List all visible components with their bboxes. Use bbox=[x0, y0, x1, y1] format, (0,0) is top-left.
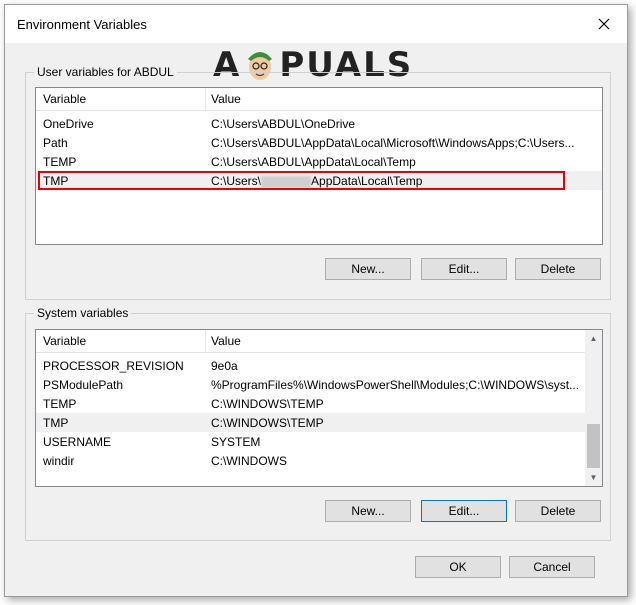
user-variables-list[interactable]: Variable Value OneDrive C:\Users\ABDUL\O… bbox=[35, 87, 603, 245]
column-header-value[interactable]: Value bbox=[211, 92, 241, 106]
system-edit-button[interactable]: Edit... bbox=[421, 500, 507, 522]
list-item[interactable]: Path C:\Users\ABDUL\AppData\Local\Micros… bbox=[36, 133, 602, 152]
cancel-button[interactable]: Cancel bbox=[509, 556, 595, 578]
list-item[interactable]: windir C:\WINDOWS bbox=[36, 451, 602, 470]
variable-name: TEMP bbox=[43, 397, 77, 411]
variable-value: C:\WINDOWS\TEMP bbox=[211, 416, 324, 430]
variable-name: PSModulePath bbox=[43, 378, 124, 392]
ok-button[interactable]: OK bbox=[415, 556, 501, 578]
system-delete-button[interactable]: Delete bbox=[515, 500, 601, 522]
list-item-selected[interactable]: TMP C:\WINDOWS\TEMP bbox=[36, 413, 585, 432]
title-bar: Environment Variables bbox=[5, 5, 627, 43]
scroll-up-arrow-icon[interactable]: ▲ bbox=[585, 330, 602, 347]
scroll-down-arrow-icon[interactable]: ▼ bbox=[585, 469, 602, 486]
variable-value: C:\Users\ABDUL\AppData\Local\Microsoft\W… bbox=[211, 136, 575, 150]
variable-name: Path bbox=[43, 136, 68, 150]
list-item[interactable]: TEMP C:\Users\ABDUL\AppData\Local\Temp bbox=[36, 152, 602, 171]
column-header-value[interactable]: Value bbox=[211, 334, 241, 348]
list-item[interactable]: USERNAME SYSTEM bbox=[36, 432, 602, 451]
list-item[interactable]: PSModulePath %ProgramFiles%\WindowsPower… bbox=[36, 375, 602, 394]
variable-value: C:\Users\ABDUL\OneDrive bbox=[211, 117, 356, 131]
system-new-button[interactable]: New... bbox=[325, 500, 411, 522]
system-variables-list[interactable]: Variable Value PROCESSOR_REVISION 9e0a P… bbox=[35, 329, 603, 487]
column-header-variable[interactable]: Variable bbox=[43, 334, 86, 348]
list-header: Variable Value bbox=[36, 88, 602, 111]
variable-name: TEMP bbox=[43, 155, 77, 169]
user-delete-button[interactable]: Delete bbox=[515, 258, 601, 280]
column-header-variable[interactable]: Variable bbox=[43, 92, 86, 106]
list-item[interactable]: PROCESSOR_REVISION 9e0a bbox=[36, 356, 602, 375]
variable-value: %ProgramFiles%\WindowsPowerShell\Modules… bbox=[211, 378, 580, 392]
list-item[interactable]: OneDrive C:\Users\ABDUL\OneDrive bbox=[36, 114, 602, 133]
user-new-button[interactable]: New... bbox=[325, 258, 411, 280]
user-edit-button[interactable]: Edit... bbox=[421, 258, 507, 280]
window-title: Environment Variables bbox=[17, 17, 147, 32]
variable-name: windir bbox=[43, 454, 75, 468]
variable-name: TMP bbox=[43, 416, 69, 430]
variable-value: SYSTEM bbox=[211, 435, 261, 449]
highlight-box bbox=[38, 171, 565, 190]
variable-value: C:\Users\ABDUL\AppData\Local\Temp bbox=[211, 155, 416, 169]
system-variables-label: System variables bbox=[34, 306, 132, 320]
variable-name: OneDrive bbox=[43, 117, 94, 131]
list-item[interactable]: TEMP C:\WINDOWS\TEMP bbox=[36, 394, 602, 413]
list-header: Variable Value bbox=[36, 330, 602, 353]
scrollbar-thumb[interactable] bbox=[587, 424, 600, 468]
variable-value: 9e0a bbox=[211, 359, 238, 373]
environment-variables-dialog: Environment Variables A PUALS User varia… bbox=[4, 4, 628, 597]
variable-value: C:\WINDOWS\TEMP bbox=[211, 397, 324, 411]
user-variables-label: User variables for ABDUL bbox=[34, 65, 177, 79]
close-icon[interactable] bbox=[589, 11, 619, 37]
variable-value: C:\WINDOWS bbox=[211, 454, 287, 468]
variable-name: PROCESSOR_REVISION bbox=[43, 359, 184, 373]
vertical-scrollbar[interactable]: ▲ ▼ bbox=[585, 330, 602, 486]
variable-name: USERNAME bbox=[43, 435, 112, 449]
